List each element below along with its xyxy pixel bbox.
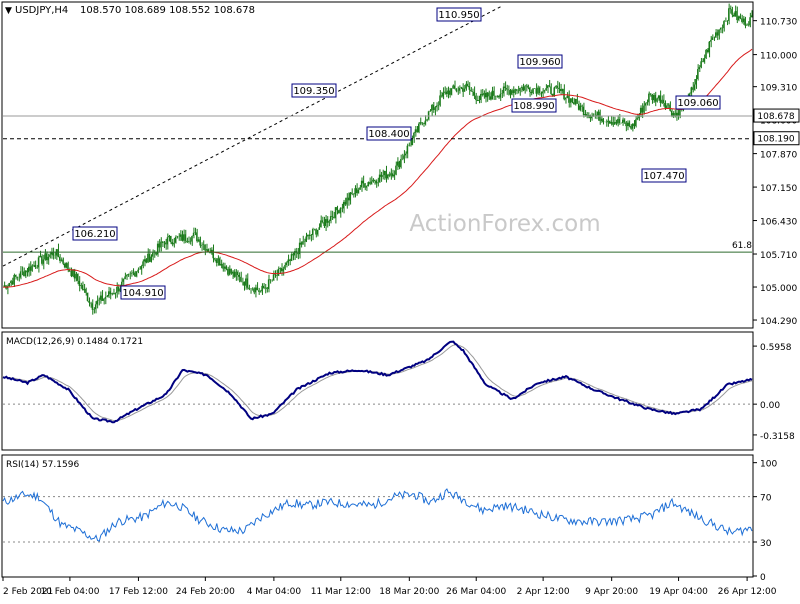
level-108190-label: 108.190 [757, 135, 794, 145]
ohlc-label: 108.570 108.689 108.552 108.678 [80, 5, 255, 16]
price-label-text: 104.910 [122, 288, 163, 299]
price-tick-label: 104.290 [760, 317, 797, 327]
price-tick-label: 105.000 [760, 284, 797, 294]
watermark: ActionForex.com [409, 211, 600, 237]
price-label-text: 109.960 [519, 57, 560, 68]
price-tick-label: 106.430 [760, 218, 797, 228]
macd-title: MACD(12,26,9) 0.1484 0.1721 [6, 337, 143, 347]
price-tick-label: 110.000 [760, 52, 797, 62]
price-label-text: 108.990 [513, 101, 554, 112]
macd-tick-label: 0.5958 [760, 343, 792, 353]
macd-tick-label: 0.00 [760, 401, 780, 411]
macd-tick-label: -0.3158 [760, 432, 795, 442]
chart-window: ▼ USDJPY,H4 108.570 108.689 108.552 108.… [0, 0, 800, 600]
x-tick-label: 4 Mar 04:00 [247, 587, 302, 597]
x-tick-label: 19 Apr 04:00 [649, 587, 708, 597]
dropdown-caret-icon[interactable]: ▼ [5, 6, 12, 16]
price-tick-label: 110.730 [760, 18, 797, 28]
price-tick-label: 107.150 [760, 184, 797, 194]
rsi-tick-label: 30 [760, 539, 772, 549]
fib-label: 61.8 [732, 241, 752, 251]
price-label-text: 108.400 [368, 129, 409, 140]
price-label-text: 110.950 [438, 10, 479, 21]
chart-canvas: ▼ USDJPY,H4 108.570 108.689 108.552 108.… [0, 0, 800, 600]
rsi-tick-label: 100 [760, 460, 777, 470]
background [0, 0, 800, 600]
symbol-label: USDJPY,H4 [15, 5, 68, 16]
rsi-title: RSI(14) 57.1596 [6, 460, 79, 470]
x-tick-label: 24 Feb 20:00 [176, 587, 235, 597]
price-label-text: 109.060 [677, 98, 718, 109]
x-tick-label: 10 Feb 04:00 [40, 587, 99, 597]
x-tick-label: 18 Mar 20:00 [379, 587, 439, 597]
price-label-text: 106.210 [74, 229, 115, 240]
x-tick-label: 2 Apr 12:00 [517, 587, 570, 597]
price-tick-label: 105.710 [760, 251, 797, 261]
rsi-tick-label: 70 [760, 494, 772, 504]
x-tick-label: 26 Mar 04:00 [446, 587, 506, 597]
price-label-text: 109.350 [293, 86, 334, 97]
price-tick-label: 109.310 [760, 84, 797, 94]
x-tick-label: 11 Mar 12:00 [311, 587, 371, 597]
price-label-text: 107.470 [643, 171, 684, 182]
current-price-label: 108.678 [757, 112, 794, 122]
x-tick-label: 26 Apr 12:00 [718, 587, 777, 597]
price-tick-label: 107.870 [760, 151, 797, 161]
x-tick-label: 9 Apr 20:00 [585, 587, 638, 597]
rsi-tick-label: 0 [760, 573, 766, 583]
x-tick-label: 17 Feb 12:00 [109, 587, 168, 597]
